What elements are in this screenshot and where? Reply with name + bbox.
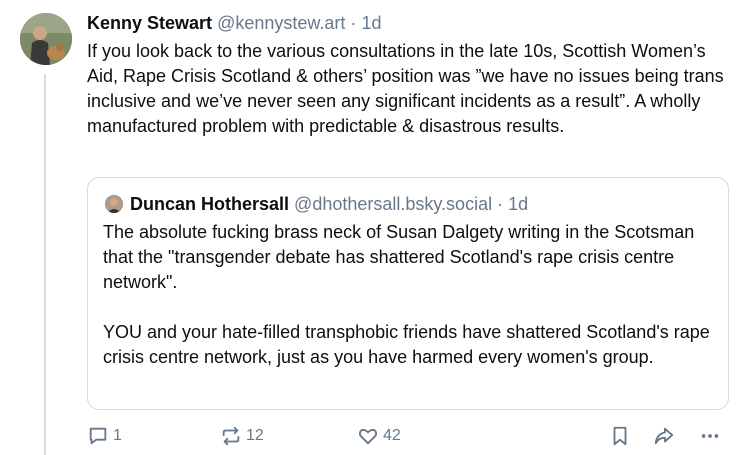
- repost-icon: [220, 425, 242, 447]
- thread-line: [44, 74, 46, 455]
- quote-time: 1d: [508, 194, 529, 214]
- quote-author-name: Duncan Hothersall: [130, 194, 290, 214]
- quote-separator-dot: ·: [497, 194, 504, 214]
- quote-avatar: [105, 195, 123, 213]
- like-button[interactable]: 42: [357, 422, 401, 450]
- like-icon: [357, 425, 379, 447]
- post-header: Kenny Stewart @kennystew.art · 1d: [87, 11, 381, 35]
- bookmark-icon: [609, 425, 631, 447]
- repost-count: 12: [246, 427, 264, 444]
- quote-header: Duncan Hothersall @dhothersall.bsky.soci…: [130, 192, 528, 216]
- reply-count: 1: [113, 427, 122, 444]
- more-options-button[interactable]: [699, 422, 721, 450]
- author-name[interactable]: Kenny Stewart: [87, 13, 212, 33]
- quote-author-handle: @dhothersall.bsky.social: [294, 194, 493, 214]
- reply-icon: [87, 425, 109, 447]
- share-icon: [652, 425, 676, 447]
- separator-dot: ·: [350, 13, 357, 33]
- reply-button[interactable]: 1: [87, 422, 122, 450]
- bookmark-button[interactable]: [609, 422, 631, 450]
- avatar[interactable]: [20, 13, 72, 65]
- quote-card[interactable]: Duncan Hothersall @dhothersall.bsky.soci…: [87, 177, 729, 410]
- share-button[interactable]: [652, 422, 676, 450]
- post-time[interactable]: 1d: [361, 13, 381, 33]
- post-text: If you look back to the various consulta…: [87, 41, 729, 136]
- more-icon: [699, 425, 721, 447]
- author-handle[interactable]: @kennystew.art: [217, 13, 345, 33]
- action-bar: 1 12 42: [87, 422, 737, 450]
- quote-text: The absolute fucking brass neck of Susan…: [103, 222, 710, 367]
- like-count: 42: [383, 427, 401, 444]
- repost-button[interactable]: 12: [220, 422, 264, 450]
